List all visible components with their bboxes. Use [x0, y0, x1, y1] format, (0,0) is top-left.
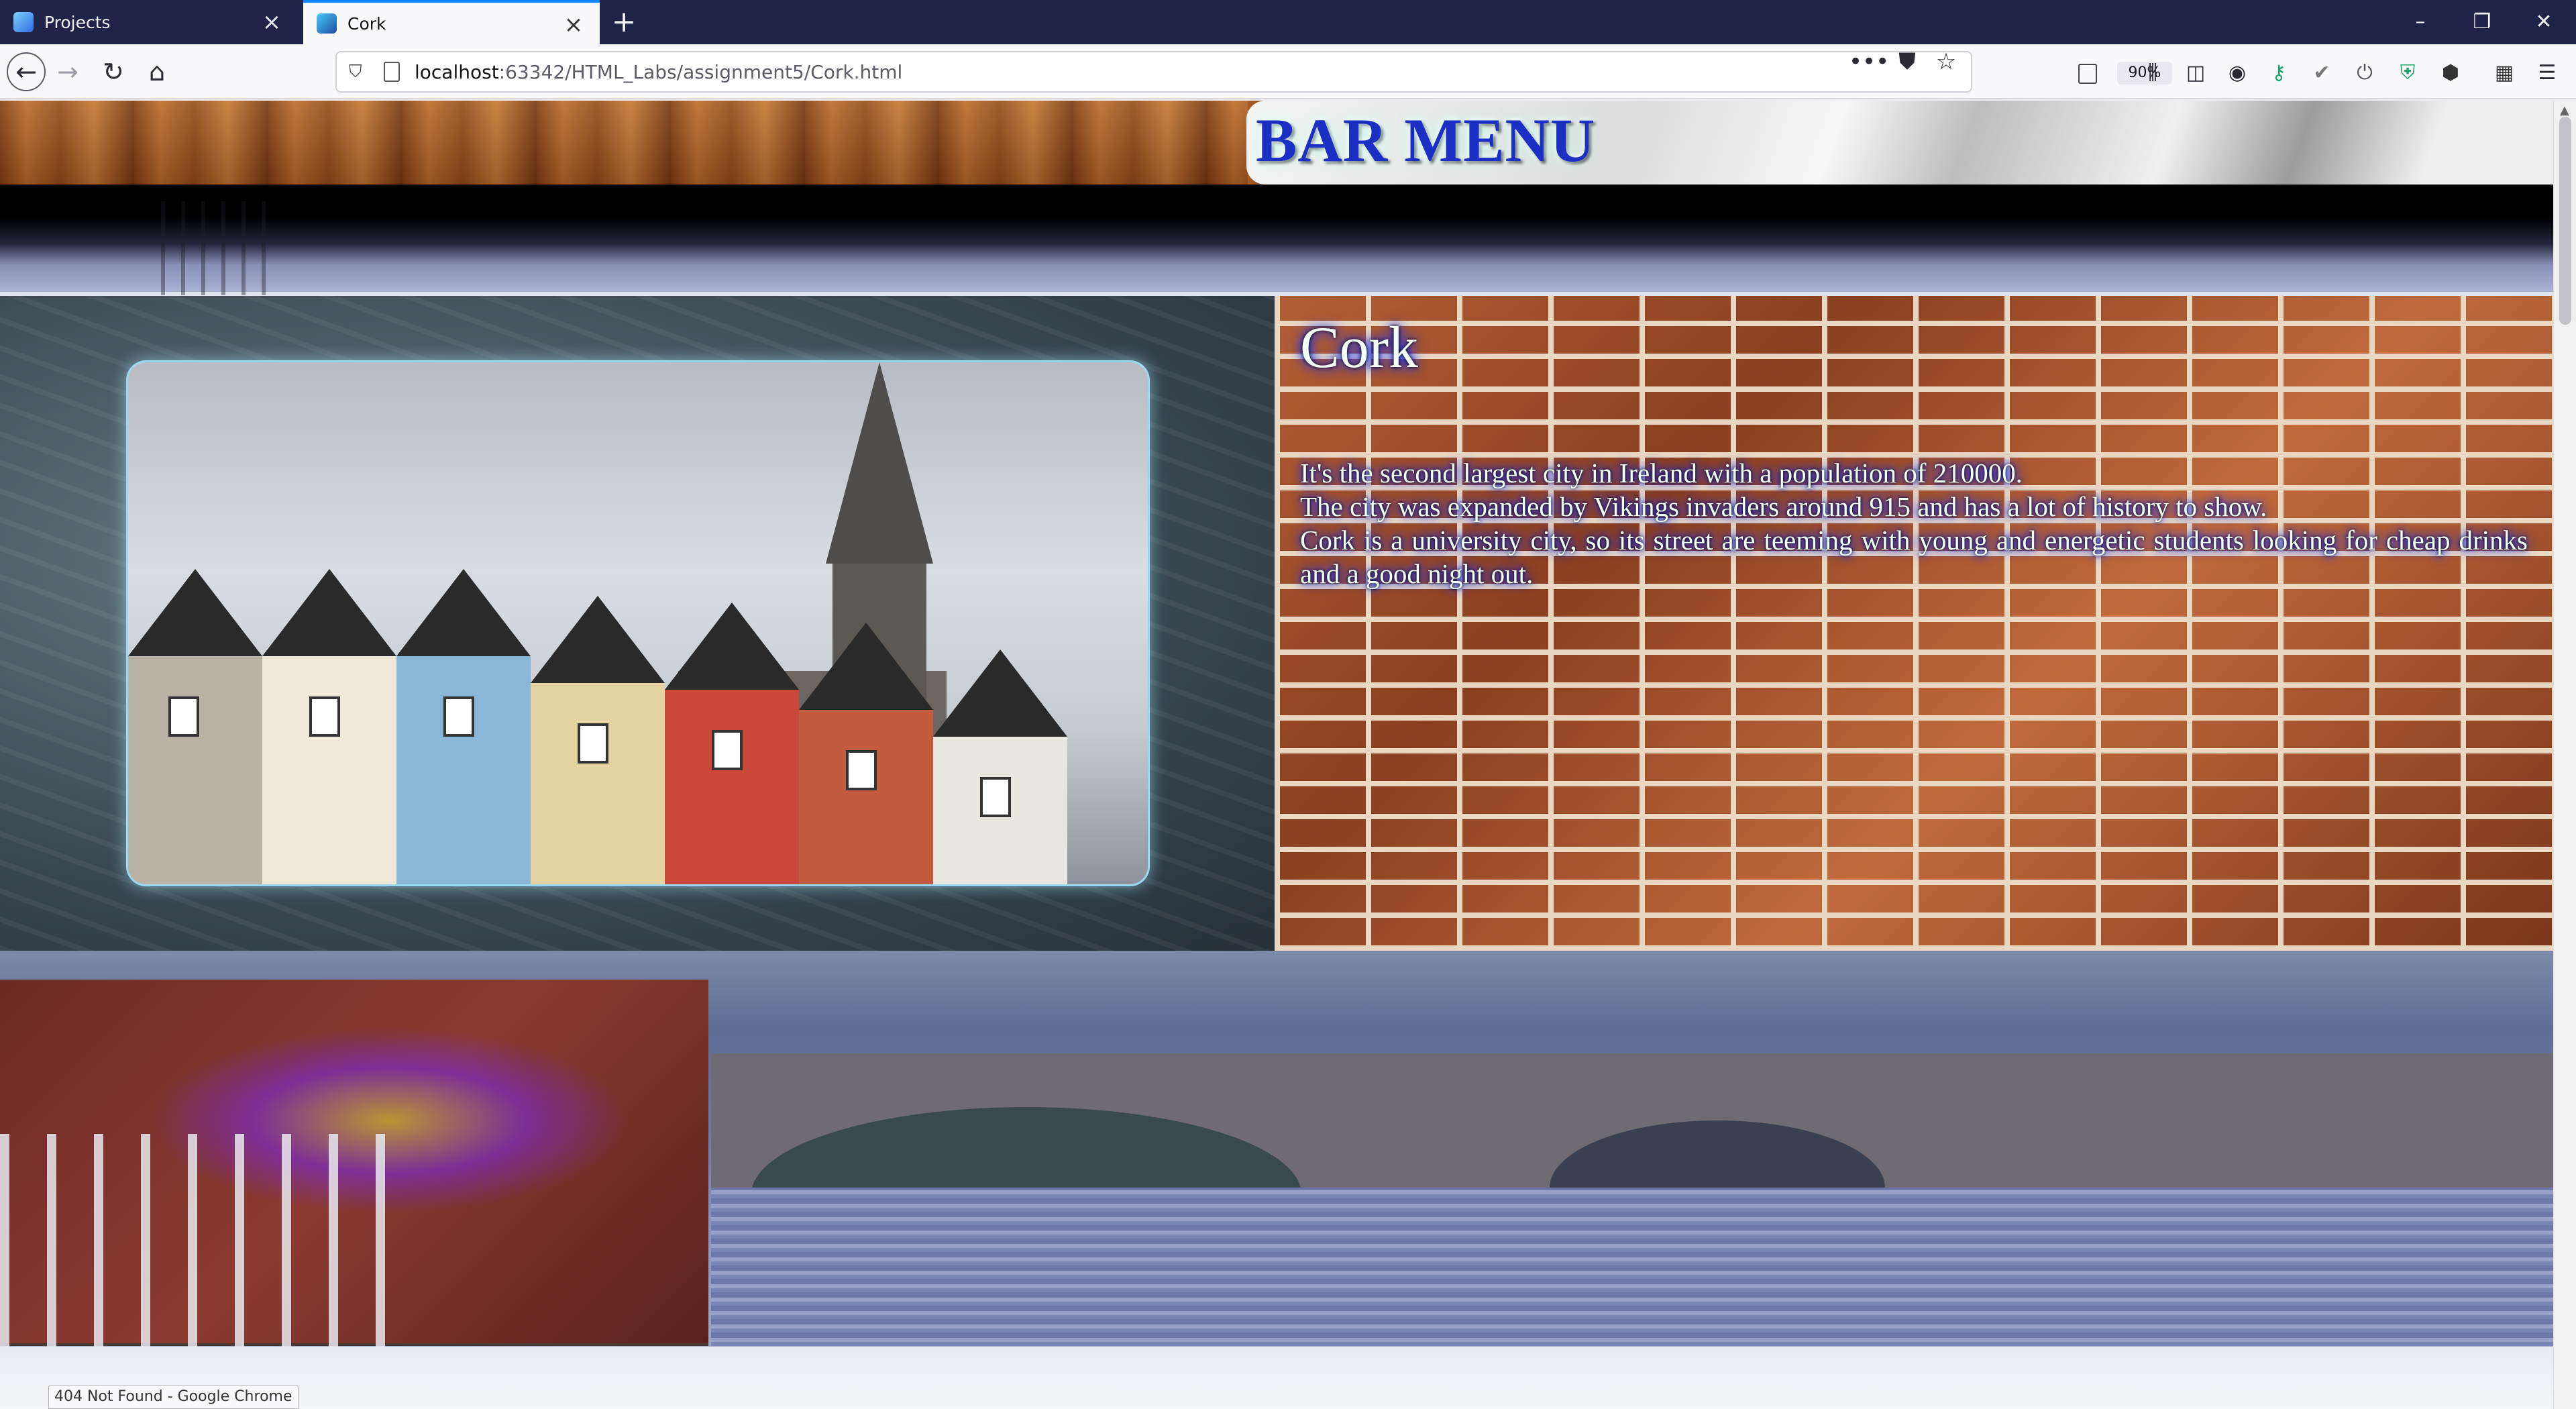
close-window-button[interactable]: ✕ — [2513, 0, 2575, 44]
river-water — [711, 1188, 2553, 1346]
cathedral-spire — [826, 362, 933, 564]
extension-power-icon[interactable]: ⏻ — [2355, 63, 2375, 83]
home-icon[interactable]: ⌂ — [138, 52, 176, 91]
extension-key-icon[interactable]: ⚷ — [2269, 63, 2289, 83]
city-paragraph: It's the second largest city in Ireland … — [1300, 458, 2023, 488]
address-bar[interactable]: ⛉ localhost:63342/HTML_Labs/assignment5/… — [335, 51, 2172, 93]
city-paragraph: The city was expanded by Vikings invader… — [1300, 491, 2267, 522]
url-path: :63342/HTML_Labs/assignment5/Cork.html — [498, 60, 903, 83]
tab-cork[interactable]: Cork × — [303, 0, 600, 44]
sidebar-icon[interactable]: ◫ — [2186, 63, 2206, 83]
extension-cube-icon[interactable]: ⬢ — [2440, 63, 2461, 83]
library-icon[interactable]: ⫼ — [2143, 63, 2163, 83]
bookmark-star-icon[interactable]: ☆ — [1927, 48, 1966, 75]
account-icon[interactable]: ◉ — [2227, 63, 2247, 83]
url-actions: ••• ⛊ ☆ — [1849, 48, 1966, 75]
house — [665, 603, 799, 884]
house — [799, 623, 933, 884]
nav-band — [0, 185, 2553, 292]
pocket-icon[interactable]: ⛊ — [1888, 48, 1927, 75]
tab-projects[interactable]: Projects × — [0, 0, 298, 44]
cork-city-photo — [126, 360, 1150, 886]
house — [396, 569, 531, 884]
more-icon[interactable]: ••• — [1849, 48, 1889, 75]
reload-icon[interactable]: ↻ — [94, 52, 133, 91]
house — [933, 649, 1067, 884]
railing — [0, 1134, 402, 1349]
city-description: It's the second largest city in Ireland … — [1300, 456, 2528, 590]
page-scrollbar[interactable]: ▲ — [2553, 101, 2576, 1409]
extension-puzzle-icon[interactable]: ▦ — [2494, 63, 2514, 83]
close-tab-icon[interactable]: × — [562, 13, 585, 36]
back-icon[interactable]: ← — [7, 52, 46, 91]
minimize-button[interactable]: – — [2390, 0, 2451, 44]
projects-favicon-icon — [13, 12, 34, 32]
scrollbar-thumb[interactable] — [2559, 117, 2571, 325]
restore-button[interactable]: ❐ — [2451, 0, 2513, 44]
house — [531, 596, 665, 884]
city-title: Cork — [1300, 315, 1418, 380]
status-bubble: 404 Not Found - Google Chrome — [48, 1385, 299, 1409]
cork-favicon-icon — [317, 13, 337, 34]
menu-icon[interactable]: ☰ — [2537, 63, 2557, 83]
close-tab-icon[interactable]: × — [260, 11, 283, 34]
extension-shield-icon[interactable]: ⛨ — [2398, 63, 2418, 83]
brick-wall-panel — [1275, 296, 2553, 951]
tab-label: Cork — [347, 13, 386, 34]
page-icon[interactable] — [384, 62, 400, 82]
forward-icon[interactable]: → — [48, 52, 87, 91]
scaffold-decor — [161, 201, 275, 295]
reader-icon[interactable] — [2078, 64, 2097, 84]
house — [128, 569, 262, 884]
city-paragraph: Cork is a university city, so its street… — [1300, 525, 2528, 589]
bar-menu-title[interactable]: BAR MENU — [1256, 105, 1595, 176]
house — [262, 569, 396, 884]
navigation-toolbar: ← → ↻ ⌂ ⛉ localhost:63342/HTML_Labs/assi… — [0, 44, 2576, 99]
extension-check-icon[interactable]: ✔ — [2312, 63, 2332, 83]
url-host: localhost — [415, 60, 499, 83]
tab-strip: Projects × Cork × + – ❐ ✕ — [0, 0, 2576, 44]
tab-label: Projects — [44, 12, 111, 32]
new-tab-button[interactable]: + — [606, 5, 641, 40]
scroll-up-icon[interactable]: ▲ — [2560, 103, 2569, 117]
page-footer-strip — [0, 1347, 2553, 1409]
shield-icon[interactable]: ⛉ — [349, 62, 368, 82]
